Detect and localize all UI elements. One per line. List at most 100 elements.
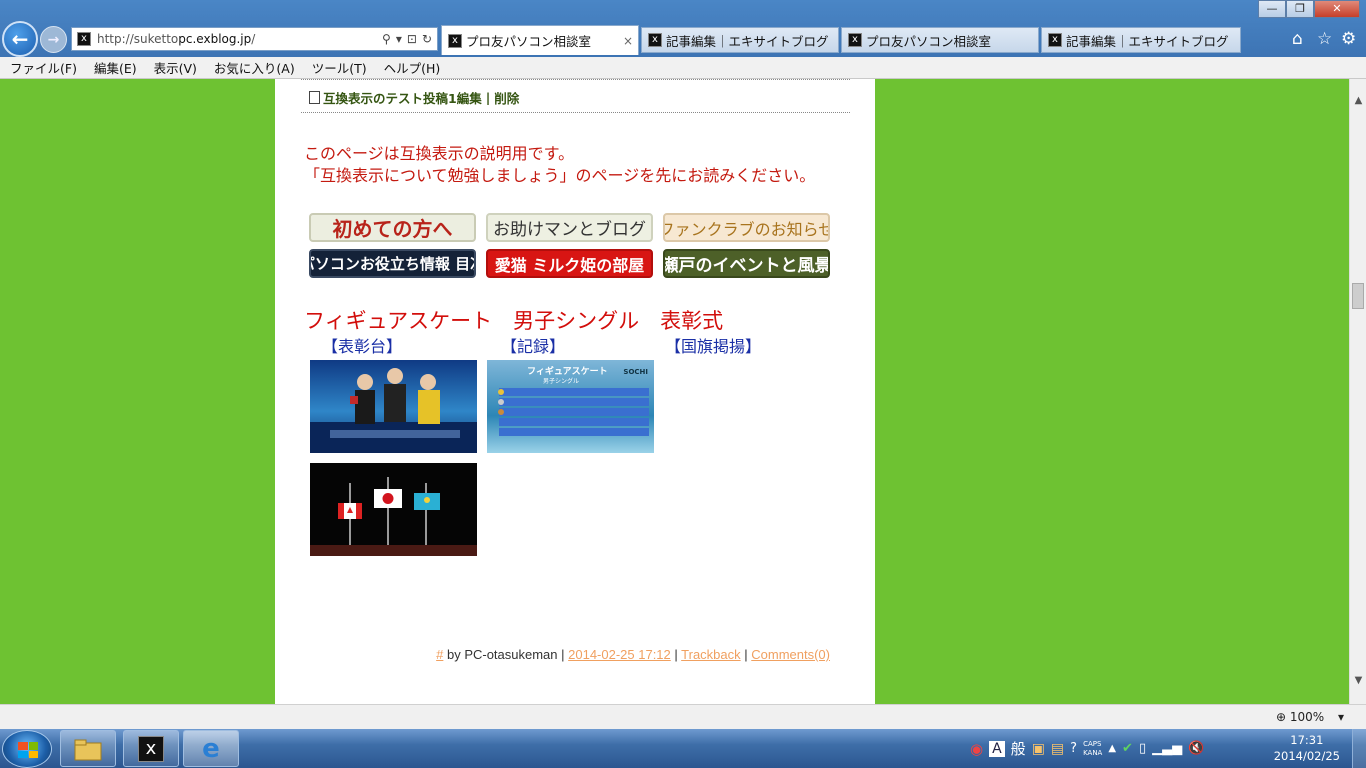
tab-label: プロ友パソコン相談室 <box>866 33 992 49</box>
taskbar-internet-explorer[interactable]: e <box>183 730 239 767</box>
clock-time: 17:31 <box>1290 733 1324 747</box>
security-check-icon[interactable]: ✔ <box>1122 741 1133 756</box>
delete-link[interactable]: 削除 <box>494 88 519 107</box>
refresh-icon[interactable]: ↻ <box>422 32 432 46</box>
tab-label: 記事編集｜エキサイトブログ <box>1066 33 1229 49</box>
ime-tool-icon[interactable]: ▣ <box>1032 741 1045 757</box>
tab-favicon-icon: x <box>848 33 862 47</box>
page-viewport: 互換表示のテスト投稿1 編集 | 削除 このページは互換表示の説明用です。 「互… <box>0 79 1349 704</box>
tab-label: 記事編集｜エキサイトブログ <box>666 33 829 49</box>
menu-view[interactable]: 表示(V) <box>154 58 197 77</box>
menu-tools[interactable]: ツール(T) <box>312 58 367 77</box>
restore-button[interactable]: ❐ <box>1286 0 1314 18</box>
taskbar-explorer[interactable] <box>60 730 116 767</box>
site-favicon-icon: x <box>77 32 91 46</box>
post-title: フィギュアスケート 男子シングル 表彰式 <box>304 309 724 333</box>
scroll-down-icon[interactable]: ▼ <box>1350 675 1366 686</box>
chevron-down-icon[interactable]: ▾ <box>1338 710 1344 724</box>
notice-line-2: 「互換表示について勉強しましょう」のページを先にお読みください。 <box>304 166 816 185</box>
scroll-up-icon[interactable]: ▲ <box>1350 95 1366 106</box>
app-x-icon: x <box>138 735 164 762</box>
caption-flag-raising: 【国旗掲揚】 <box>665 337 762 356</box>
divider <box>301 112 850 113</box>
tab-label: プロ友パソコン相談室 <box>466 34 592 49</box>
post-footer: # by PC-otasukeman | 2014-02-25 17:12 | … <box>436 647 830 662</box>
banner-cat-room[interactable]: 愛猫 ミルク姫の部屋 <box>486 249 653 278</box>
internet-explorer-icon: e <box>202 733 220 764</box>
volume-muted-icon[interactable]: 🔇 <box>1188 741 1204 756</box>
compatibility-view-icon[interactable]: ⊡ <box>407 32 417 46</box>
home-icon[interactable]: ⌂ <box>1292 29 1303 49</box>
separator: | <box>740 647 752 662</box>
record-board-image <box>498 388 649 436</box>
address-url[interactable]: http://sukettopc.exblog.jp/ <box>97 32 382 46</box>
taskbar-app-x[interactable]: x <box>123 730 179 767</box>
tab-blog-2[interactable]: x プロ友パソコン相談室 <box>841 27 1039 53</box>
photo-podium[interactable] <box>310 360 477 453</box>
vertical-scrollbar[interactable]: ▲ ▼ <box>1349 79 1366 704</box>
zoom-level: 100% <box>1289 710 1325 724</box>
divider <box>301 79 850 80</box>
minimize-button[interactable]: — <box>1258 0 1286 18</box>
device-icon[interactable]: ▯ <box>1139 741 1146 756</box>
menu-edit[interactable]: 編集(E) <box>94 58 137 77</box>
browser-title-bar: ← → x http://sukettopc.exblog.jp/ ⚲ ▾ ⊡ … <box>0 0 1366 57</box>
scrollbar-thumb[interactable] <box>1352 283 1364 309</box>
blog-column: 互換表示のテスト投稿1 編集 | 削除 このページは互換表示の説明用です。 「互… <box>275 79 875 704</box>
back-button[interactable]: ← <box>2 21 38 57</box>
tab-edit-1[interactable]: x 記事編集｜エキサイトブログ <box>641 27 839 53</box>
post-author: by PC-otasukeman | <box>443 647 569 662</box>
notice-line-1: このページは互換表示の説明用です。 <box>304 144 575 163</box>
windows-logo-icon <box>18 742 38 758</box>
window-controls: — ❐ ✕ <box>1258 0 1360 18</box>
banner-first-visit[interactable]: 初めての方へ <box>309 213 476 242</box>
separator: | <box>485 90 491 105</box>
system-tray: ◉ A 般 ▣ ▤ ? CAPS KANA ▲ ✔ ▯ ▁▃▅ 🔇 <box>970 729 1210 768</box>
ime-kanji[interactable]: 般 <box>1011 738 1026 759</box>
comments-link[interactable]: Comments(0) <box>751 647 830 662</box>
dropdown-icon[interactable]: ▾ <box>396 32 402 46</box>
caps-indicator: CAPS <box>1083 739 1102 748</box>
menu-file[interactable]: ファイル(F) <box>10 58 77 77</box>
favorites-star-icon[interactable]: ☆ <box>1317 29 1332 49</box>
ime-pad-icon[interactable]: ▤ <box>1051 741 1064 757</box>
clock-date: 2014/02/25 <box>1273 749 1340 763</box>
trackback-link[interactable]: Trackback <box>681 647 740 662</box>
document-icon <box>309 91 320 104</box>
search-icon[interactable]: ⚲ <box>382 32 391 46</box>
related-post-line: 互換表示のテスト投稿1 編集 | 削除 <box>309 88 519 107</box>
related-post-link[interactable]: 互換表示のテスト投稿1 <box>323 88 457 107</box>
menu-favorites[interactable]: お気に入り(A) <box>214 58 295 77</box>
banner-helper-blog[interactable]: お助けマンとブログ <box>486 213 653 242</box>
banner-pc-tips-index[interactable]: パソコンお役立ち情報 目次 <box>309 249 476 278</box>
podium-image <box>310 368 477 453</box>
edit-link[interactable]: 編集 <box>457 88 482 107</box>
zoom-control[interactable]: ⊕ 100% ▾ <box>1276 710 1344 724</box>
banner-fanclub[interactable]: ファンクラブのお知らせ <box>663 213 830 242</box>
start-button[interactable] <box>2 730 52 768</box>
photo-record[interactable]: フィギュアスケート 男子シングル SOCHI <box>487 360 654 453</box>
menu-help[interactable]: ヘルプ(H) <box>384 58 441 77</box>
notice-text: このページは互換表示の説明用です。 「互換表示について勉強しましょう」のページを… <box>304 143 815 187</box>
forward-button[interactable]: → <box>40 26 67 53</box>
settings-gear-icon[interactable]: ⚙ <box>1341 29 1356 49</box>
tab-close-icon[interactable]: × <box>623 34 633 48</box>
taskbar-clock[interactable]: 17:31 2014/02/25 <box>1274 732 1340 764</box>
flag-raising-image <box>310 477 477 556</box>
address-bar[interactable]: x http://sukettopc.exblog.jp/ ⚲ ▾ ⊡ ↻ <box>71 27 438 51</box>
banner-seto-events[interactable]: 瀬戸のイベントと風景 <box>663 249 830 278</box>
signal-icon[interactable]: ▁▃▅ <box>1152 741 1182 756</box>
show-desktop-button[interactable] <box>1352 729 1366 768</box>
tab-edit-2[interactable]: x 記事編集｜エキサイトブログ <box>1041 27 1241 53</box>
help-icon[interactable]: ? <box>1070 741 1077 756</box>
arrow-left-icon: ← <box>11 27 29 51</box>
close-window-button[interactable]: ✕ <box>1314 0 1360 18</box>
caption-podium: 【表彰台】 <box>322 337 403 356</box>
photo-flag-raising[interactable] <box>310 463 477 556</box>
ime-mode[interactable]: A <box>989 740 1005 757</box>
show-hidden-icons-icon[interactable]: ▲ <box>1108 743 1116 754</box>
tab-active[interactable]: x プロ友パソコン相談室 × <box>441 25 639 55</box>
separator: | <box>670 647 682 662</box>
post-date-link[interactable]: 2014-02-25 17:12 <box>568 647 671 662</box>
ime-bar-icon[interactable]: ◉ <box>970 740 983 758</box>
